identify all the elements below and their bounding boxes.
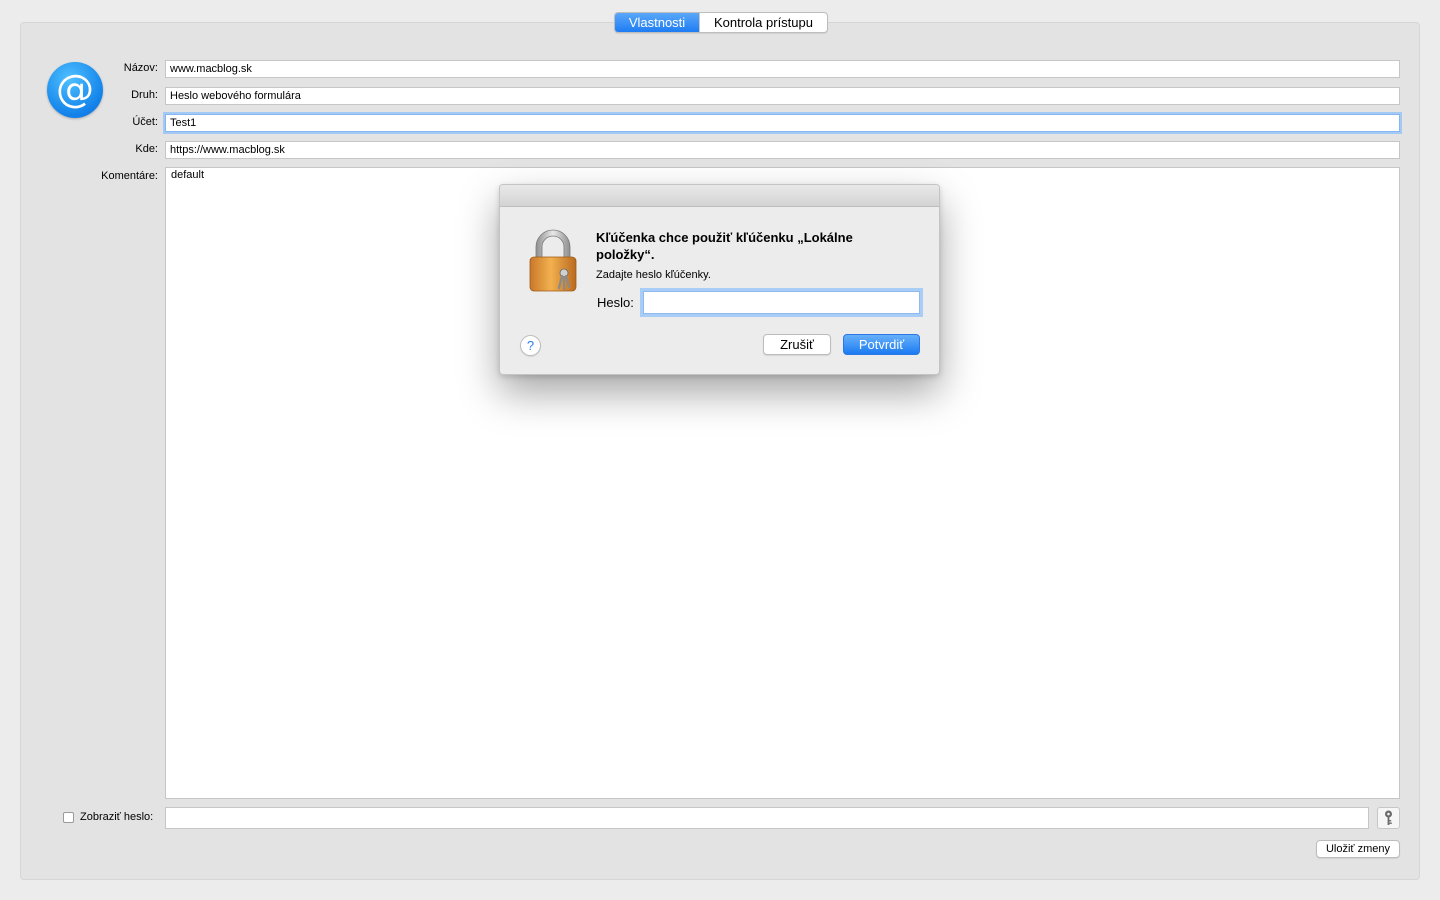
where-field[interactable]: https://www.macblog.sk [165, 141, 1400, 159]
tab-access-control[interactable]: Kontrola prístupu [699, 13, 827, 32]
save-changes-button[interactable]: Uložiť zmeny [1316, 840, 1400, 858]
account-label: Účet: [132, 116, 158, 128]
dialog-title: Kľúčenka chce použiť kľúčenku „Lokálne p… [596, 230, 853, 262]
at-sign-icon: @ [47, 62, 103, 118]
cancel-button[interactable]: Zrušiť [763, 334, 831, 355]
keychain-password-dialog: Kľúčenka chce použiť kľúčenku „Lokálne p… [499, 184, 940, 375]
dialog-password-input[interactable] [643, 291, 920, 314]
kind-field[interactable]: Heslo webového formulára [165, 87, 1400, 105]
key-icon [1385, 810, 1392, 825]
name-label: Názov: [123, 62, 158, 74]
where-label: Kde: [135, 143, 158, 155]
confirm-button[interactable]: Potvrdiť [843, 334, 920, 355]
account-field[interactable]: Test1 [165, 114, 1400, 132]
tab-properties[interactable]: Vlastnosti [615, 13, 699, 32]
kind-label: Druh: [131, 89, 158, 101]
segmented-tabs: Vlastnosti Kontrola prístupu [614, 12, 828, 33]
name-field[interactable]: www.macblog.sk [165, 60, 1400, 78]
dialog-titlebar [500, 185, 939, 207]
comments-label: Komentáre: [101, 170, 158, 182]
show-password-label: Zobraziť heslo: [80, 811, 154, 823]
password-field[interactable] [165, 807, 1369, 829]
dialog-subtitle: Zadajte heslo kľúčenky. [596, 269, 711, 281]
show-password-checkbox[interactable] [63, 812, 74, 823]
help-button[interactable]: ? [520, 335, 541, 356]
dialog-password-label: Heslo: [597, 295, 634, 310]
lock-keys-icon [529, 229, 577, 292]
password-assistant-button[interactable] [1377, 807, 1400, 829]
